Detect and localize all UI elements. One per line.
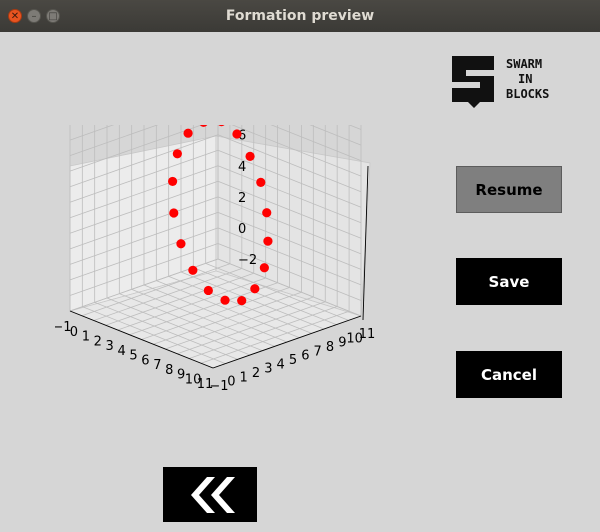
formation-point [168,176,178,187]
formation-point [199,125,208,127]
x-tick-label: 0 [70,325,78,340]
formation-point [237,296,247,306]
double-chevron-left-icon [191,476,235,513]
formation-point [245,151,255,161]
cancel-button[interactable]: Cancel [456,351,562,398]
y-tick-label: −1 [209,379,228,394]
y-tick-label: 9 [338,336,346,351]
formation-point [232,129,242,139]
y-tick-label: 2 [252,366,260,381]
resume-button[interactable]: Resume [456,166,562,213]
x-tick-label: 6 [141,353,149,368]
y-tick-label: 6 [301,349,309,364]
formation-3d-plot[interactable]: −101234567891011−101234567891011−2024681… [55,125,395,410]
y-tick-label: 0 [227,375,235,390]
x-tick-label: 1 [82,330,90,345]
y-tick-label: 8 [326,340,334,355]
x-tick-label: 4 [117,344,125,359]
title-bar: ✕ – □ Formation preview [0,0,600,32]
formation-point [262,208,272,218]
formation-point [183,128,193,138]
save-button[interactable]: Save [456,258,562,305]
y-tick-label: 11 [359,327,376,342]
x-tick-label: 7 [153,358,161,373]
y-tick-label: 1 [240,370,248,385]
z-tick-label: 4 [238,160,246,175]
swarm-in-blocks-logo: SWARM IN BLOCKS [452,56,549,108]
formation-point [256,177,266,187]
formation-point [172,149,182,159]
z-tick-label: 2 [238,191,246,206]
x-tick-label: 8 [165,363,173,378]
y-tick-label: 3 [264,362,272,377]
back-button[interactable] [163,467,257,522]
logo-text-swarm: SWARM [506,57,542,71]
formation-point [259,263,269,273]
logo-text-blocks: BLOCKS [506,87,549,101]
y-tick-label: 7 [314,344,322,359]
y-tick-label: 4 [277,357,285,372]
z-tick-label: 0 [238,222,246,237]
formation-point [263,236,273,246]
formation-point [188,265,198,275]
y-tick-label: 5 [289,353,297,368]
logo-text-in: IN [518,72,532,86]
formation-point [203,285,213,296]
formation-point [220,295,230,305]
formation-point [169,208,179,218]
logo-s-mark [452,56,494,108]
formation-point [250,284,260,294]
x-tick-label: 3 [106,339,114,354]
x-tick-label: 2 [94,334,102,349]
z-tick-label: −2 [238,253,257,268]
x-tick-label: 5 [129,349,137,364]
formation-point [176,239,186,249]
window-title: Formation preview [225,8,375,24]
